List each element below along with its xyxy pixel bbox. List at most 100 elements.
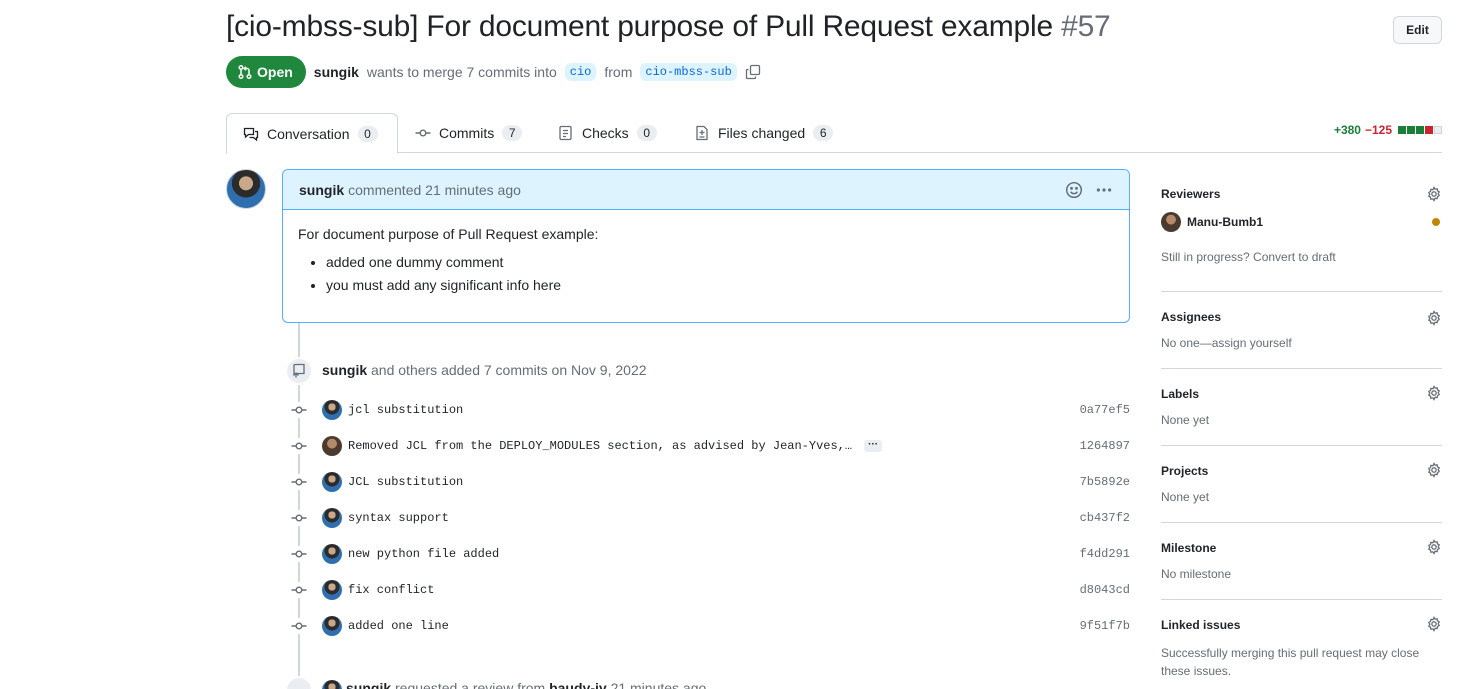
commit-row: new python file added f4dd291 <box>288 542 1130 566</box>
kebab-horizontal-icon[interactable] <box>1095 181 1113 199</box>
avatar[interactable] <box>322 508 342 528</box>
tab-files-changed[interactable]: Files changed 6 <box>678 113 849 153</box>
pr-title: [cio-mbss-sub] For document purpose of P… <box>226 10 1111 44</box>
git-commit-icon <box>288 510 310 526</box>
comment-list: added one dummy comment you must add any… <box>298 254 1114 293</box>
copy-icon[interactable] <box>745 64 761 80</box>
commit-message[interactable]: added one line <box>348 619 449 633</box>
reviewer-name[interactable]: Manu-Bumb1 <box>1187 215 1263 229</box>
review-request-event: sungik requested a review from baudy-jy … <box>346 680 706 689</box>
gear-icon[interactable] <box>1426 539 1442 555</box>
git-commit-icon <box>288 618 310 634</box>
review-requestee[interactable]: baudy-jy <box>549 680 607 689</box>
comment-timestamp: commented 21 minutes ago <box>348 181 521 198</box>
commit-sha[interactable]: 7b5892e <box>1080 475 1130 489</box>
commit-message[interactable]: JCL substitution <box>348 475 463 489</box>
avatar[interactable] <box>322 544 342 564</box>
avatar[interactable] <box>322 400 342 420</box>
comment-author-avatar[interactable] <box>226 169 266 209</box>
pending-review-dot <box>1432 218 1440 226</box>
head-branch[interactable]: cio-mbss-sub <box>640 63 737 81</box>
reviewer-item[interactable]: Manu-Bumb1 <box>1161 212 1442 232</box>
gear-icon[interactable] <box>1426 186 1442 202</box>
push-author[interactable]: sungik <box>322 362 367 378</box>
expand-commit-button[interactable]: ··· <box>864 440 883 452</box>
sidebar-labels: Labels None yet <box>1161 369 1442 446</box>
sidebar-assignees: Assignees No one—assign yourself <box>1161 292 1442 369</box>
pull-request-icon <box>238 64 252 80</box>
commit-sha[interactable]: cb437f2 <box>1080 511 1130 525</box>
pr-title-text: [cio-mbss-sub] For document purpose of P… <box>226 10 1053 43</box>
merge-text: wants to merge 7 commits into <box>366 64 557 80</box>
base-branch[interactable]: cio <box>564 63 597 81</box>
tab-conversation[interactable]: Conversation 0 <box>226 113 398 154</box>
avatar[interactable] <box>322 580 342 600</box>
edit-title-button[interactable]: Edit <box>1393 16 1442 44</box>
tab-commits[interactable]: Commits 7 <box>399 113 538 153</box>
avatar[interactable] <box>322 616 342 636</box>
review-requester[interactable]: sungik <box>346 680 391 689</box>
sidebar-title: Assignees <box>1161 310 1222 324</box>
sidebar: Reviewers Manu-Bumb1 Still in progress? … <box>1161 170 1442 680</box>
list-item: you must add any significant info here <box>326 277 1114 293</box>
repo-push-icon <box>293 363 305 378</box>
git-commit-icon <box>288 582 310 598</box>
sidebar-title: Reviewers <box>1161 187 1221 201</box>
commit-message[interactable]: Removed JCL from the DEPLOY_MODULES sect… <box>348 439 852 453</box>
gear-icon[interactable] <box>1426 616 1442 632</box>
pr-meta: Open sungik wants to merge 7 commits int… <box>226 56 761 88</box>
sidebar-title: Projects <box>1161 464 1209 478</box>
milestone-value: No milestone <box>1161 567 1232 581</box>
tab-label: Commits <box>439 125 495 141</box>
avatar[interactable] <box>322 472 342 492</box>
commit-row: JCL substitution 7b5892e <box>288 470 1130 494</box>
comment-author[interactable]: sungik <box>299 182 344 198</box>
commit-sha[interactable]: d8043cd <box>1080 583 1130 597</box>
comment-body: For document purpose of Pull Request exa… <box>283 210 1129 316</box>
pr-author-link[interactable]: sungik <box>314 64 359 80</box>
comment-header: sungik commented 21 minutes ago <box>283 170 1129 210</box>
gear-icon[interactable] <box>1426 385 1442 401</box>
git-commit-icon <box>288 474 310 490</box>
gear-icon[interactable] <box>1426 310 1442 326</box>
avatar[interactable] <box>322 436 342 456</box>
commit-message[interactable]: fix conflict <box>348 583 434 597</box>
pr-tabs: Conversation 0 Commits 7 Checks 0 Files … <box>226 113 1442 154</box>
git-commit-icon <box>288 438 310 454</box>
commit-message[interactable]: syntax support <box>348 511 449 525</box>
gear-icon[interactable] <box>1426 462 1442 478</box>
tab-counter: 0 <box>636 125 657 141</box>
state-label: Open <box>257 64 293 80</box>
comment-discussion-icon <box>243 127 259 141</box>
state-badge: Open <box>226 56 306 88</box>
avatar <box>1161 212 1181 232</box>
push-event-text: and others added 7 commits on Nov 9, 202… <box>371 362 647 378</box>
avatar[interactable] <box>322 680 342 689</box>
diffstat-blocks <box>1398 126 1442 134</box>
review-event-time: 21 minutes ago <box>610 680 707 689</box>
tab-counter: 0 <box>357 125 378 142</box>
git-commit-icon <box>415 129 431 137</box>
commit-sha[interactable]: 1264897 <box>1080 439 1130 453</box>
commit-message[interactable]: new python file added <box>348 547 499 561</box>
diff-additions: +380 <box>1333 123 1361 137</box>
commit-sha[interactable]: 0a77ef5 <box>1080 403 1130 417</box>
convert-to-draft-link[interactable]: Still in progress? Convert to draft <box>1161 250 1442 264</box>
sidebar-linked-issues: Linked issues Successfully merging this … <box>1161 600 1442 680</box>
tab-counter: 7 <box>502 125 523 141</box>
commit-row: Removed JCL from the DEPLOY_MODULES sect… <box>288 434 1130 458</box>
eye-icon <box>285 676 313 689</box>
file-diff-icon <box>696 125 708 141</box>
commit-message[interactable]: jcl substitution <box>348 403 463 417</box>
labels-value: None yet <box>1161 413 1210 427</box>
review-event-text: requested a review from <box>395 680 546 689</box>
sidebar-title: Milestone <box>1161 541 1217 555</box>
tab-checks[interactable]: Checks 0 <box>542 113 673 153</box>
commit-sha[interactable]: 9f51f7b <box>1080 619 1130 633</box>
comment-paragraph: For document purpose of Pull Request exa… <box>298 226 599 242</box>
tab-label: Conversation <box>267 125 350 142</box>
list-item: added one dummy comment <box>326 254 1114 270</box>
commit-sha[interactable]: f4dd291 <box>1080 547 1130 561</box>
assign-yourself-link[interactable]: No one—assign yourself <box>1161 336 1442 350</box>
smiley-icon[interactable] <box>1065 181 1083 199</box>
